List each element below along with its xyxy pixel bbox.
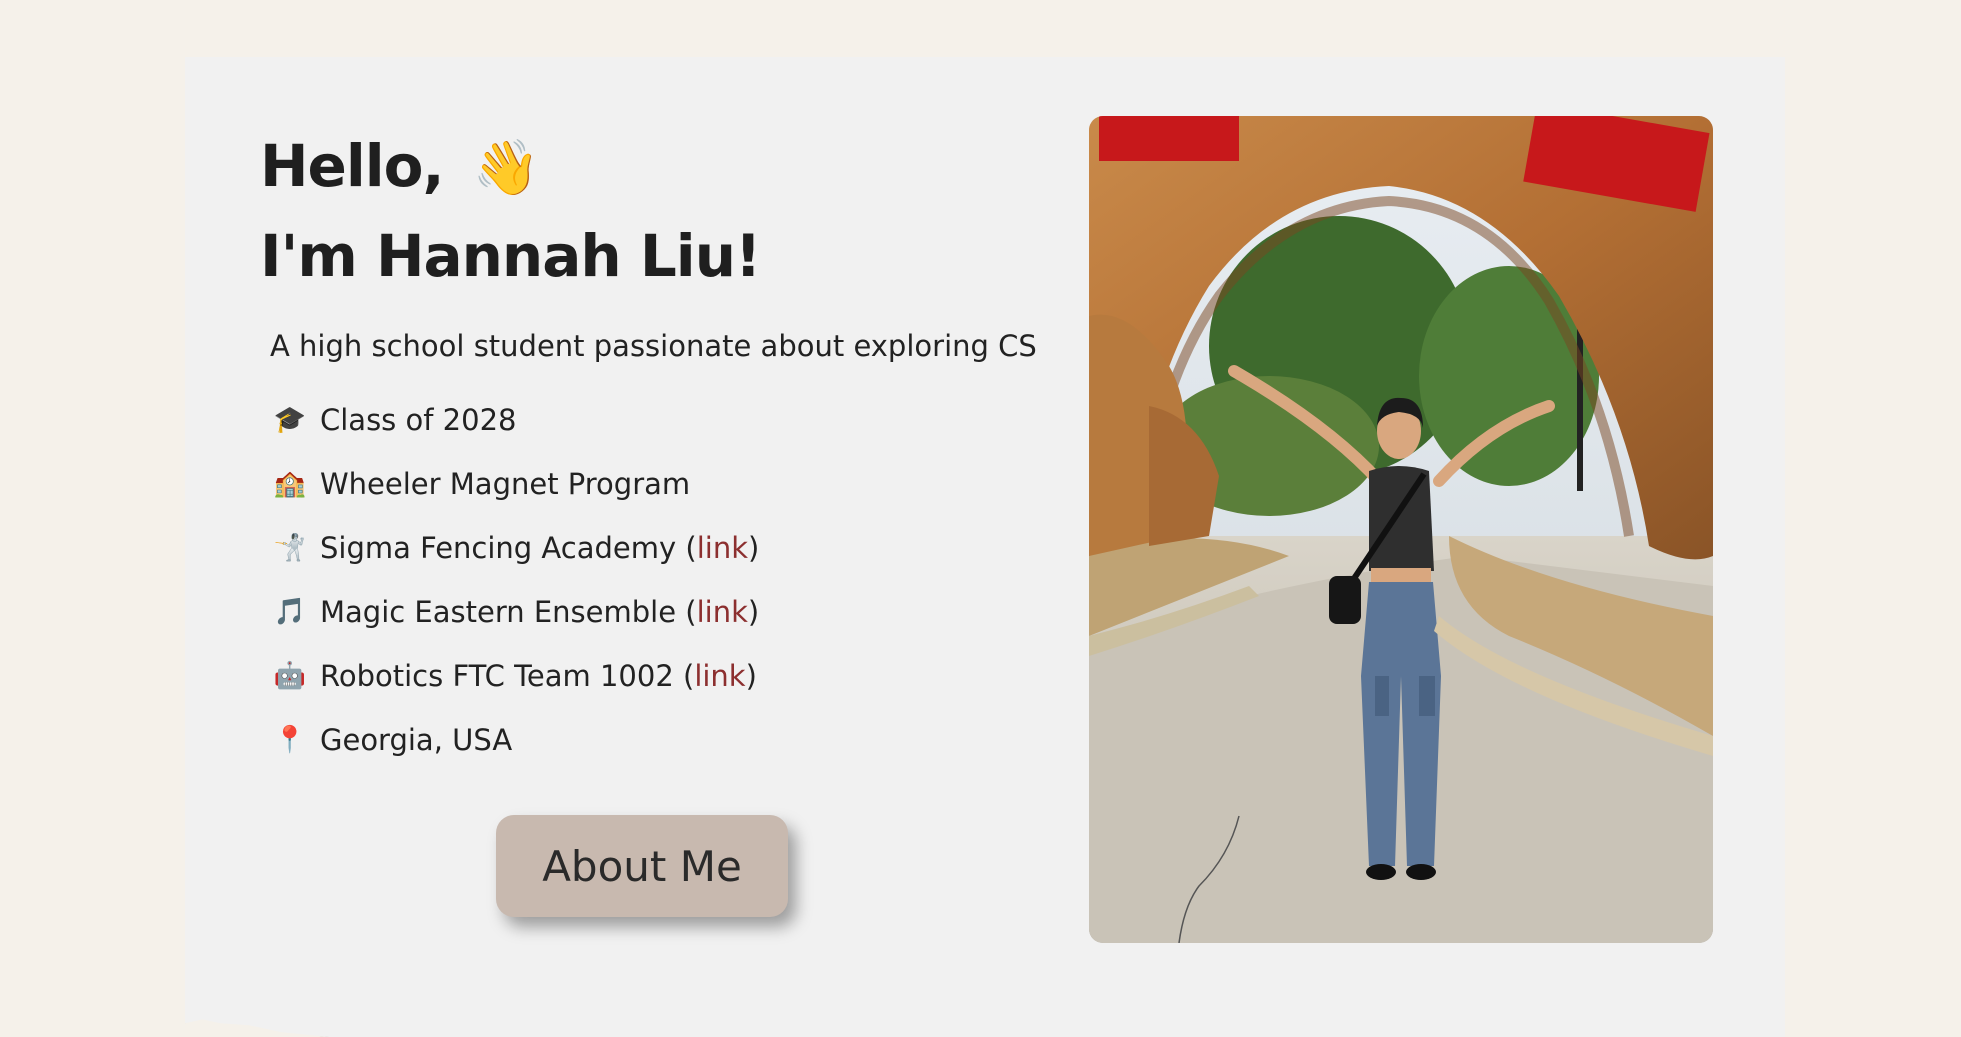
greeting-line-2: I'm Hannah Liu!	[260, 222, 761, 290]
waving-hand-icon: 👋	[472, 136, 540, 199]
about-me-button[interactable]: About Me	[496, 815, 788, 917]
intro-section: Hello, 👋 I'm Hannah Liu! A high school s…	[260, 122, 1040, 784]
fencing-link[interactable]: link	[697, 531, 748, 565]
fact-text: Georgia, USA	[320, 723, 513, 757]
fact-text: Magic Eastern Ensemble (link)	[320, 595, 760, 629]
robotics-link[interactable]: link	[694, 659, 745, 693]
portrait-photo	[1089, 116, 1713, 943]
fact-text: Wheeler Magnet Program	[320, 467, 691, 501]
greeting-line-1: Hello,	[260, 132, 445, 200]
greeting-heading: Hello, 👋 I'm Hannah Liu!	[260, 122, 1040, 300]
fencing-icon: 🤺	[273, 533, 307, 563]
pin-icon: 📍	[273, 725, 307, 755]
fact-item-school: 🏫 Wheeler Magnet Program	[270, 464, 1040, 528]
tagline: A high school student passionate about e…	[270, 329, 1037, 363]
fact-text: Robotics FTC Team 1002 (link)	[320, 659, 757, 693]
fact-item-robotics: 🤖 Robotics FTC Team 1002 (link)	[270, 656, 1040, 720]
fact-item-fencing: 🤺 Sigma Fencing Academy (link)	[270, 528, 1040, 592]
fact-item-music: 🎵 Magic Eastern Ensemble (link)	[270, 592, 1040, 656]
fact-text: Sigma Fencing Academy (link)	[320, 531, 760, 565]
graduation-cap-icon: 🎓	[273, 405, 307, 435]
facts-list: 🎓 Class of 2028 🏫 Wheeler Magnet Program…	[270, 400, 1040, 784]
music-note-icon: 🎵	[273, 597, 307, 627]
ensemble-link[interactable]: link	[697, 595, 748, 629]
school-icon: 🏫	[273, 469, 307, 499]
fact-text: Class of 2028	[320, 403, 517, 437]
fact-item-class: 🎓 Class of 2028	[270, 400, 1040, 464]
robot-icon: 🤖	[273, 661, 307, 691]
fact-item-location: 📍 Georgia, USA	[270, 720, 1040, 784]
